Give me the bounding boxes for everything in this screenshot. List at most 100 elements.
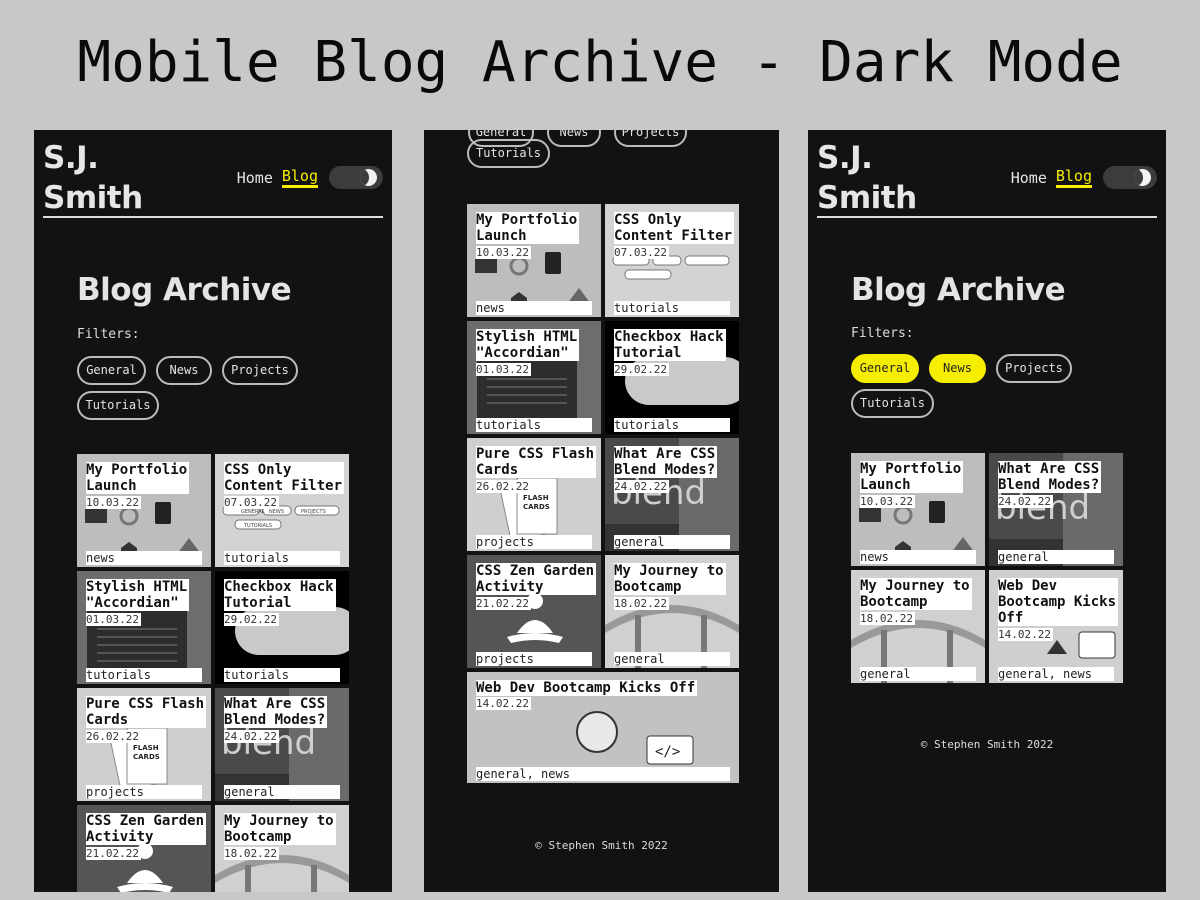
post-date: 18.02.22 [860, 612, 915, 625]
post-card[interactable]: Stylish HTML "Accordian" 01.03.22 tutori… [467, 321, 601, 434]
post-card[interactable]: CSS Only Content Filter 07.03.22 tutoria… [605, 204, 739, 317]
post-card[interactable]: My Journey to Bootcamp 18.02.22 general [851, 570, 985, 683]
post-date: 10.03.22 [476, 246, 531, 259]
post-card[interactable]: My Portfolio Launch 10.03.22 news [851, 453, 985, 566]
filter-chip-tutorials[interactable]: Tutorials [467, 139, 550, 168]
post-title[interactable]: Checkbox Hack Tutorial [224, 579, 336, 611]
post-date: 10.03.22 [860, 495, 915, 508]
post-date: 29.02.22 [614, 363, 669, 376]
site-header: S.J. Smith Home Blog [43, 138, 383, 218]
post-card-wide[interactable]: </> Web Dev Bootcamp Kicks Off 14.02.22 … [467, 672, 739, 783]
post-date: 24.02.22 [614, 480, 669, 493]
svg-text:FLASH: FLASH [133, 744, 159, 752]
nav-blog-link[interactable]: Blog [1055, 168, 1092, 188]
filter-chip-projects[interactable]: Projects [614, 130, 687, 147]
post-card[interactable]: CSS Zen Garden Activity 21.02.22 project… [467, 555, 601, 668]
post-title[interactable]: Stylish HTML "Accordian" [476, 329, 580, 361]
post-title[interactable]: What Are CSS Blend Modes? [998, 461, 1102, 493]
filter-chip-news[interactable]: News [156, 356, 212, 385]
svg-text:blend: blend [611, 473, 706, 513]
filter-chip-general[interactable]: General [851, 354, 919, 383]
filter-chip-news[interactable]: News [547, 130, 601, 147]
post-card[interactable]: My Portfolio Launch 10.03.22 news [77, 454, 211, 567]
site-logo[interactable]: S.J. Smith [817, 138, 917, 218]
post-card[interactable]: My Portfolio Launch 10.03.22 news [467, 204, 601, 317]
nav-home-link[interactable]: Home [1011, 169, 1047, 187]
post-date: 18.02.22 [614, 597, 669, 610]
post-date: 01.03.22 [476, 363, 531, 376]
post-date: 18.02.22 [224, 847, 279, 860]
post-card[interactable]: blend What Are CSS Blend Modes? 24.02.22… [605, 438, 739, 551]
post-tags: general [614, 652, 730, 666]
archive-title: Blog Archive [77, 272, 292, 308]
svg-text:FLASH: FLASH [523, 494, 549, 502]
post-card[interactable]: FLASH CARDS Pure CSS Flash Cards 26.02.22… [77, 688, 211, 801]
post-title[interactable]: What Are CSS Blend Modes? [224, 696, 328, 728]
post-date: 29.02.22 [224, 613, 279, 626]
post-title[interactable]: My Portfolio Launch [860, 461, 964, 493]
post-card[interactable]: FLASH CARDS Pure CSS Flash Cards 26.02.22… [467, 438, 601, 551]
post-title[interactable]: CSS Zen Garden Activity [86, 813, 207, 845]
phone-screen-top: S.J. Smith Home Blog Blog Archive Filter… [34, 130, 392, 892]
svg-text:blend: blend [221, 723, 316, 763]
post-title[interactable]: My Journey to Bootcamp [614, 563, 726, 595]
svg-text:GENERAL: GENERAL [241, 509, 265, 515]
moon-icon [360, 169, 377, 186]
post-tags: general [860, 667, 976, 681]
post-card[interactable]: My Journey to Bootcamp 18.02.22 general [605, 555, 739, 668]
archive-title: Blog Archive [851, 272, 1066, 308]
post-title[interactable]: My Journey to Bootcamp [224, 813, 336, 845]
post-date: 14.02.22 [998, 628, 1053, 641]
nav-blog-link[interactable]: Blog [281, 168, 318, 188]
post-card[interactable]: blend What Are CSS Blend Modes? 24.02.22… [215, 688, 349, 801]
post-tags: projects [476, 535, 592, 549]
post-title[interactable]: CSS Zen Garden Activity [476, 563, 597, 595]
post-date: 14.02.22 [476, 697, 531, 710]
post-title[interactable]: My Journey to Bootcamp [860, 578, 972, 610]
svg-text:PROJECTS: PROJECTS [301, 509, 326, 515]
post-card[interactable]: Stylish HTML "Accordian" 01.03.22 tutori… [77, 571, 211, 684]
post-title[interactable]: Web Dev Bootcamp Kicks Off [998, 578, 1119, 626]
site-logo[interactable]: S.J. Smith [43, 138, 143, 218]
post-tags: general, news [998, 667, 1114, 681]
post-title[interactable]: Web Dev Bootcamp Kicks Off [476, 680, 698, 696]
main-nav: Home Blog [1011, 166, 1157, 189]
post-date: 21.02.22 [476, 597, 531, 610]
filter-chip-tutorials[interactable]: Tutorials [77, 391, 159, 420]
filter-chip-projects[interactable]: Projects [996, 354, 1072, 383]
filter-chip-projects[interactable]: Projects [222, 356, 298, 385]
post-tags: tutorials [224, 551, 340, 565]
post-tags: general [224, 785, 340, 799]
post-title[interactable]: Pure CSS Flash Cards [476, 446, 597, 478]
moon-icon [1134, 169, 1151, 186]
post-title[interactable]: CSS Only Content Filter [614, 212, 735, 244]
filter-chip-tutorials[interactable]: Tutorials [851, 389, 934, 418]
post-card[interactable]: GENERAL NEWS PROJECTS TUTORIALS CSS Only Co… [215, 454, 349, 567]
post-title[interactable]: Checkbox Hack Tutorial [614, 329, 726, 361]
filter-chip-general[interactable]: General [77, 356, 146, 385]
post-date: 07.03.22 [224, 496, 279, 509]
post-title[interactable]: CSS Only Content Filter [224, 462, 345, 494]
post-date: 26.02.22 [86, 730, 141, 743]
post-card[interactable]: CSS Zen Garden Activity 21.02.22 [77, 805, 211, 892]
post-title[interactable]: Pure CSS Flash Cards [86, 696, 207, 728]
svg-text:TUTORIALS: TUTORIALS [243, 523, 272, 529]
post-title[interactable]: My Portfolio Launch [476, 212, 580, 244]
post-tags: general [614, 535, 730, 549]
post-title[interactable]: What Are CSS Blend Modes? [614, 446, 718, 478]
post-card[interactable]: Checkbox Hack Tutorial 29.02.22 tutorial… [215, 571, 349, 684]
post-tags: projects [476, 652, 592, 666]
post-card[interactable]: Checkbox Hack Tutorial 29.02.22 tutorial… [605, 321, 739, 434]
phone-screen-filtered: S.J. Smith Home Blog Blog Archive Filter… [808, 130, 1166, 892]
post-date: 26.02.22 [476, 480, 531, 493]
dark-mode-toggle[interactable] [1103, 166, 1157, 189]
post-title[interactable]: My Portfolio Launch [86, 462, 190, 494]
nav-home-link[interactable]: Home [237, 169, 273, 187]
post-card[interactable]: blend What Are CSS Blend Modes? 24.02.22… [989, 453, 1123, 566]
filter-chip-news[interactable]: News [929, 354, 986, 383]
filters-label: Filters: [851, 326, 914, 341]
post-card[interactable]: Web Dev Bootcamp Kicks Off 14.02.22 gene… [989, 570, 1123, 683]
post-card[interactable]: My Journey to Bootcamp 18.02.22 [215, 805, 349, 892]
dark-mode-toggle[interactable] [329, 166, 383, 189]
post-title[interactable]: Stylish HTML "Accordian" [86, 579, 190, 611]
